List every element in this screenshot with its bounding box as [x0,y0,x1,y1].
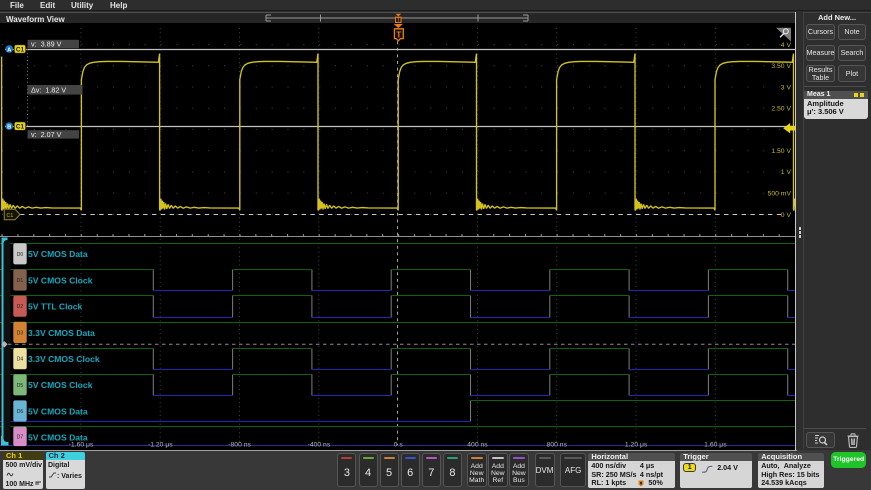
svg-text:D5: D5 [17,383,24,389]
svg-text:0 V: 0 V [781,212,792,219]
svg-text:400 ns: 400 ns [467,441,488,448]
svg-text:0 s: 0 s [394,441,404,448]
svg-text:800 ns: 800 ns [547,441,568,448]
svg-text:v: 2.07 V: v: 2.07 V [31,130,62,139]
svg-text:-1.20 μs: -1.20 μs [148,441,173,448]
svg-text:5V CMOS Data: 5V CMOS Data [28,433,88,443]
svg-text:D1: D1 [17,278,24,284]
svg-text:C1: C1 [16,124,25,131]
svg-text:D3: D3 [17,330,24,336]
svg-text:v: 3.89 V: v: 3.89 V [31,40,62,49]
svg-text:-800 ns: -800 ns [228,441,251,448]
svg-text:1.60 μs: 1.60 μs [704,441,727,448]
svg-text:T: T [396,30,401,39]
svg-text:3 V: 3 V [781,84,792,91]
svg-text:Δv: 1.82 V: Δv: 1.82 V [31,85,66,94]
svg-text:C1: C1 [6,213,13,219]
svg-text:4 V: 4 V [781,42,792,49]
svg-text:D7: D7 [17,434,24,440]
svg-text:D2: D2 [17,304,24,310]
svg-text:1 V: 1 V [781,169,792,176]
svg-text:3.50 V: 3.50 V [771,63,791,70]
svg-text:500 mV: 500 mV [768,191,792,198]
svg-text:5V CMOS Data: 5V CMOS Data [28,249,88,259]
svg-text:1.50 V: 1.50 V [771,148,791,155]
svg-text:D0: D0 [17,252,24,258]
svg-text:C1: C1 [16,47,25,54]
svg-text:D6: D6 [17,409,24,415]
svg-text:B: B [7,124,11,130]
svg-text:5V CMOS Clock: 5V CMOS Clock [28,275,93,285]
svg-text:5V TTL Clock: 5V TTL Clock [28,302,83,312]
svg-text:5V CMOS Clock: 5V CMOS Clock [28,380,93,390]
svg-text:5V CMOS Data: 5V CMOS Data [28,406,88,416]
svg-text:2.50 V: 2.50 V [771,106,791,113]
svg-text:D4: D4 [17,357,24,363]
svg-text:-400 ns: -400 ns [308,441,331,448]
svg-text:3.3V CMOS Clock: 3.3V CMOS Clock [28,354,100,364]
svg-text:1.20 μs: 1.20 μs [625,441,648,448]
svg-text:3.3V CMOS Data: 3.3V CMOS Data [28,328,95,338]
